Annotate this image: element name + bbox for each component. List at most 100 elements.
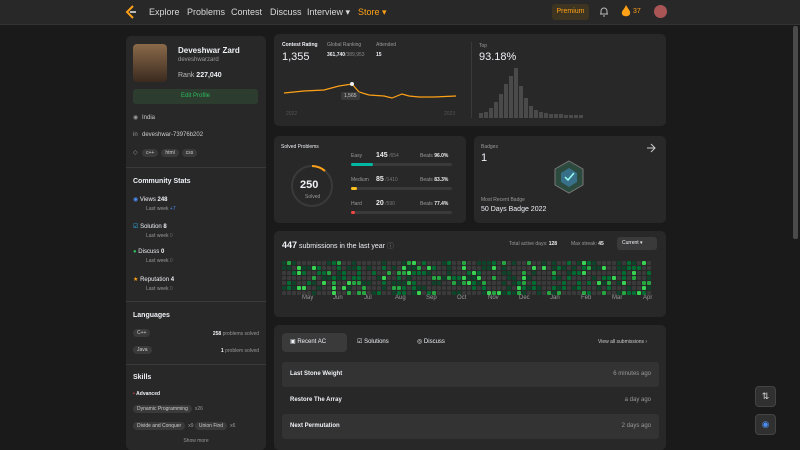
heatmap-cell[interactable]	[552, 276, 556, 280]
heatmap-cell[interactable]	[412, 266, 416, 270]
heatmap-cell[interactable]	[447, 266, 451, 270]
heatmap-cell[interactable]	[467, 281, 471, 285]
heatmap-cell[interactable]	[597, 266, 601, 270]
heatmap-cell[interactable]	[602, 286, 606, 290]
heatmap-cell[interactable]	[527, 271, 531, 275]
heatmap-cell[interactable]	[587, 286, 591, 290]
heatmap-cell[interactable]	[632, 286, 636, 290]
heatmap-cell[interactable]	[612, 271, 616, 275]
heatmap-cell[interactable]	[352, 276, 356, 280]
heatmap-cell[interactable]	[617, 261, 621, 265]
heatmap-cell[interactable]	[567, 266, 571, 270]
heatmap-cell[interactable]	[462, 276, 466, 280]
heatmap-cell[interactable]	[357, 276, 361, 280]
heatmap-cell[interactable]	[607, 291, 611, 295]
heatmap-cell[interactable]	[587, 276, 591, 280]
heatmap-cell[interactable]	[392, 281, 396, 285]
show-more-link[interactable]: Show more	[126, 438, 266, 444]
heatmap-cell[interactable]	[512, 271, 516, 275]
heatmap-cell[interactable]	[492, 271, 496, 275]
heatmap-cell[interactable]	[467, 276, 471, 280]
heatmap-cell[interactable]	[337, 281, 341, 285]
scrollbar-thumb[interactable]	[793, 26, 798, 239]
heatmap-cell[interactable]	[587, 281, 591, 285]
heatmap-cell[interactable]	[557, 281, 561, 285]
heatmap-cell[interactable]	[587, 261, 591, 265]
heatmap-cell[interactable]	[392, 286, 396, 290]
heatmap-cell[interactable]	[547, 261, 551, 265]
heatmap-cell[interactable]	[562, 261, 566, 265]
heatmap-cell[interactable]	[647, 266, 651, 270]
heatmap-cell[interactable]	[447, 276, 451, 280]
heatmap-cell[interactable]	[317, 261, 321, 265]
heatmap-cell[interactable]	[597, 261, 601, 265]
heatmap-cell[interactable]	[612, 281, 616, 285]
heatmap-cell[interactable]	[442, 261, 446, 265]
heatmap-cell[interactable]	[402, 266, 406, 270]
heatmap-cell[interactable]	[477, 266, 481, 270]
heatmap-cell[interactable]	[297, 276, 301, 280]
heatmap-cell[interactable]	[372, 261, 376, 265]
heatmap-cell[interactable]	[417, 291, 421, 295]
heatmap-cell[interactable]	[512, 286, 516, 290]
tab-recent-ac[interactable]: ▣ Recent AC	[282, 333, 347, 352]
heatmap-cell[interactable]	[582, 276, 586, 280]
heatmap-cell[interactable]	[632, 276, 636, 280]
heatmap-cell[interactable]	[372, 281, 376, 285]
heatmap-cell[interactable]	[622, 276, 626, 280]
heatmap-cell[interactable]	[617, 266, 621, 270]
heatmap-cell[interactable]	[572, 281, 576, 285]
heatmap-cell[interactable]	[467, 291, 471, 295]
heatmap-cell[interactable]	[352, 281, 356, 285]
heatmap-cell[interactable]	[462, 281, 466, 285]
heatmap-cell[interactable]	[532, 281, 536, 285]
heatmap-cell[interactable]	[362, 286, 366, 290]
heatmap-cell[interactable]	[612, 276, 616, 280]
heatmap-cell[interactable]	[357, 266, 361, 270]
heatmap-cell[interactable]	[287, 286, 291, 290]
heatmap-cell[interactable]	[372, 271, 376, 275]
heatmap-cell[interactable]	[532, 291, 536, 295]
heatmap-cell[interactable]	[552, 271, 556, 275]
heatmap-cell[interactable]	[357, 281, 361, 285]
heatmap-cell[interactable]	[527, 276, 531, 280]
tag-css[interactable]: css	[181, 149, 198, 157]
heatmap-cell[interactable]	[327, 261, 331, 265]
heatmap-cell[interactable]	[442, 286, 446, 290]
heatmap-cell[interactable]	[312, 266, 316, 270]
heatmap-cell[interactable]	[392, 276, 396, 280]
heatmap-cell[interactable]	[407, 286, 411, 290]
heatmap-cell[interactable]	[547, 271, 551, 275]
heatmap-cell[interactable]	[497, 266, 501, 270]
heatmap-cell[interactable]	[437, 291, 441, 295]
list-item[interactable]: Last Stone Weight 6 minutes ago	[282, 362, 659, 387]
heatmap-cell[interactable]	[407, 266, 411, 270]
heatmap-cell[interactable]	[562, 281, 566, 285]
user-avatar[interactable]	[654, 5, 667, 18]
heatmap-cell[interactable]	[467, 286, 471, 290]
heatmap-cell[interactable]	[607, 261, 611, 265]
heatmap-cell[interactable]	[487, 271, 491, 275]
heatmap-cell[interactable]	[542, 281, 546, 285]
heatmap-cell[interactable]	[447, 261, 451, 265]
heatmap-cell[interactable]	[522, 276, 526, 280]
heatmap-cell[interactable]	[527, 261, 531, 265]
tab-solutions[interactable]: ☑ Solutions	[357, 338, 389, 345]
heatmap-cell[interactable]	[612, 286, 616, 290]
heatmap-cell[interactable]	[322, 286, 326, 290]
heatmap-cell[interactable]	[622, 291, 626, 295]
heatmap-cell[interactable]	[457, 281, 461, 285]
heatmap-cell[interactable]	[432, 261, 436, 265]
heatmap-cell[interactable]	[297, 261, 301, 265]
heatmap-cell[interactable]	[547, 266, 551, 270]
heatmap-cell[interactable]	[367, 281, 371, 285]
arrow-right-icon[interactable]	[646, 143, 656, 153]
heatmap-cell[interactable]	[607, 271, 611, 275]
heatmap-cell[interactable]	[607, 281, 611, 285]
heatmap-cell[interactable]	[417, 276, 421, 280]
heatmap-cell[interactable]	[357, 291, 361, 295]
heatmap-cell[interactable]	[517, 266, 521, 270]
heatmap-cell[interactable]	[342, 286, 346, 290]
heatmap-cell[interactable]	[572, 291, 576, 295]
heatmap-cell[interactable]	[592, 291, 596, 295]
